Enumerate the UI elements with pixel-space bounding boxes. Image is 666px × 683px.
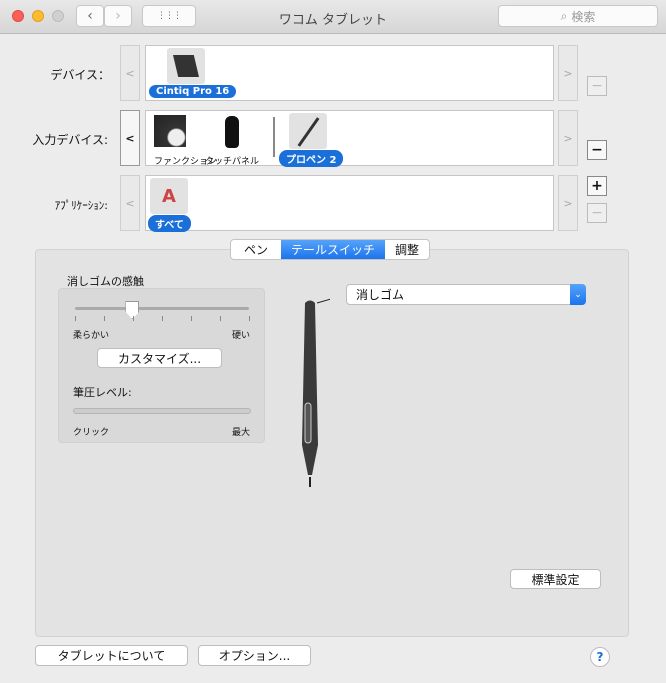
- divider: [273, 117, 275, 157]
- slider-tick: [191, 316, 192, 321]
- defaults-button[interactable]: 標準設定: [510, 569, 601, 589]
- device-label: デバイス：: [50, 68, 110, 82]
- help-icon: ?: [596, 650, 604, 664]
- pen-illustration: [302, 298, 330, 487]
- device-list: Cintiq Pro 16: [145, 45, 554, 101]
- input-device-label: 入力デバイス:: [32, 133, 108, 147]
- all-applications-icon: A: [150, 178, 188, 214]
- eraser-feel-group: 柔らかい 硬い カスタマイズ... 筆圧レベル: クリック 最大: [58, 288, 265, 443]
- hard-label: 硬い: [231, 331, 250, 341]
- title-bar: ‹ › ⋮⋮⋮ ワコム タブレット ⌕ 検索: [0, 0, 666, 34]
- slider-tick: [133, 316, 134, 321]
- device-remove-button[interactable]: −: [587, 76, 607, 96]
- app-remove-button[interactable]: −: [587, 203, 607, 223]
- app-name-badge: すべて: [148, 215, 191, 232]
- device-name-badge: Cintiq Pro 16: [149, 85, 237, 98]
- input-item-pen[interactable]: [289, 113, 327, 149]
- tab-bar: ペン テールスイッチ 調整: [230, 239, 431, 260]
- slider-tick: [162, 316, 163, 321]
- input-item-label: タッチパネル: [205, 157, 260, 167]
- pressure-level-label: 筆圧レベル:: [73, 386, 132, 399]
- device-next-button[interactable]: >: [558, 45, 578, 101]
- application-list: A すべて: [145, 175, 554, 232]
- soft-label: 柔らかい: [73, 331, 110, 341]
- tab-tail-switch[interactable]: テールスイッチ: [281, 240, 386, 259]
- search-input[interactable]: ⌕ 検索: [498, 5, 658, 27]
- device-item-cintiq[interactable]: [167, 48, 205, 84]
- slider-tick: [220, 316, 221, 321]
- max-label: 最大: [231, 428, 250, 438]
- about-tablet-button[interactable]: タブレットについて: [35, 645, 188, 666]
- input-name-badge: プロペン 2: [279, 150, 344, 167]
- tab-adjust[interactable]: 調整: [385, 240, 429, 259]
- tail-switch-dropdown[interactable]: 消しゴム ⌄: [346, 284, 586, 305]
- options-button[interactable]: オプション...: [198, 645, 311, 666]
- slider-tick: [104, 316, 105, 321]
- search-icon: ⌕: [560, 8, 568, 23]
- click-label: クリック: [73, 428, 110, 438]
- pen-icon: [289, 113, 327, 149]
- input-item-function[interactable]: [154, 113, 186, 147]
- slider-tick: [249, 316, 250, 321]
- eraser-feel-slider[interactable]: [75, 307, 249, 310]
- input-item-touch[interactable]: [220, 113, 239, 148]
- device-prev-button[interactable]: <: [120, 45, 140, 101]
- input-next-button[interactable]: >: [558, 110, 578, 166]
- pressure-level-bar: [73, 408, 251, 414]
- application-label: ｱﾌﾟﾘｹｰｼｮﾝ:: [54, 199, 108, 212]
- app-next-button[interactable]: >: [558, 175, 578, 231]
- eraser-feel-title: 消しゴムの感触: [67, 275, 144, 288]
- touch-hand-icon: [225, 116, 239, 148]
- app-item-all[interactable]: A: [150, 178, 188, 214]
- tablet-icon: [167, 48, 205, 84]
- app-add-button[interactable]: +: [587, 176, 607, 196]
- chevron-down-icon: ⌄: [570, 284, 586, 305]
- customize-button[interactable]: カスタマイズ...: [97, 348, 222, 368]
- input-remove-button[interactable]: −: [587, 140, 607, 160]
- expresskey-icon: [154, 115, 186, 147]
- tab-pen[interactable]: ペン: [231, 240, 281, 259]
- help-button[interactable]: ?: [590, 647, 610, 667]
- input-prev-button[interactable]: <: [120, 110, 140, 166]
- slider-tick: [75, 316, 76, 321]
- app-prev-button[interactable]: <: [120, 175, 140, 231]
- input-device-list: ファンクション タッチパネル プロペン 2: [145, 110, 554, 167]
